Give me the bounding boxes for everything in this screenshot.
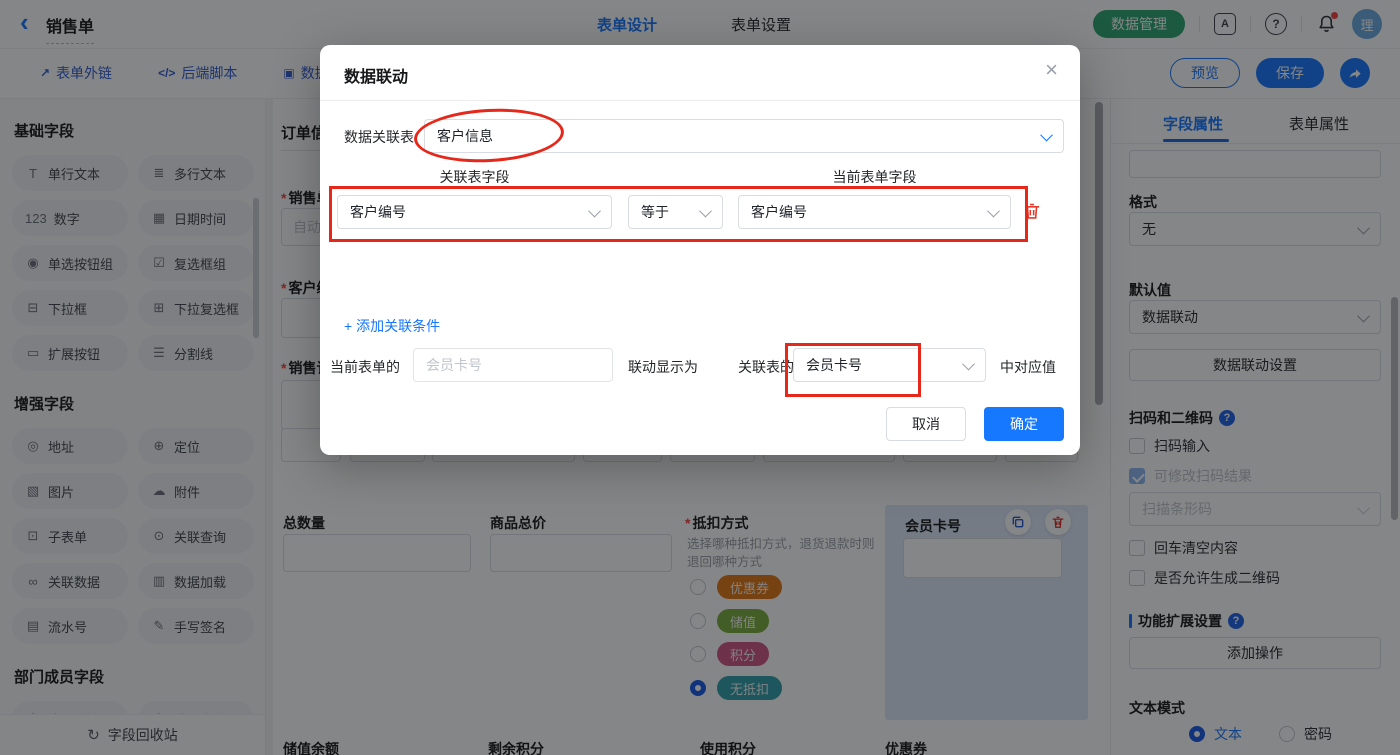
operator-value: 等于 [641,202,669,222]
chevron-down-icon [962,357,975,370]
chevron-down-icon [699,204,712,217]
relation-of-label: 关联表的 [738,357,794,377]
app-root: ‹ 销售单 表单设计 表单设置 数据管理 A ? 理 ↗ 表单外链 [0,0,1400,755]
column-header-right: 当前表单字段 [738,167,1011,187]
column-header-left: 关联表字段 [337,167,612,187]
delete-condition-button[interactable] [1022,201,1042,221]
operator-select[interactable]: 等于 [628,195,723,229]
relation-table-label: 数据关联表 [344,127,414,147]
relation-field-select[interactable]: 客户编号 [337,195,612,229]
close-icon[interactable]: × [1045,59,1058,81]
modal-title: 数据联动 [344,63,408,87]
relation-table-value: 客户信息 [437,126,493,146]
chevron-down-icon [987,204,1000,217]
data-linkage-modal: 数据联动 × 数据关联表 客户信息 关联表字段 当前表单字段 客户编号 等于 客… [320,45,1080,455]
relation-field-value: 客户编号 [350,202,406,222]
add-condition-link[interactable]: + 添加关联条件 [344,316,440,336]
linkage-target-select[interactable]: 会员卡号 [793,348,986,382]
plus-icon: + [344,318,352,334]
display-field-input[interactable]: 会员卡号 [413,348,613,382]
corresponding-value-label: 中对应值 [1000,357,1056,377]
input-placeholder: 会员卡号 [426,355,482,375]
add-condition-label: 添加关联条件 [356,318,440,334]
chevron-down-icon [1040,128,1053,141]
cancel-button[interactable]: 取消 [886,407,966,441]
relation-table-select[interactable]: 客户信息 [424,119,1064,153]
current-form-field-value: 客户编号 [751,202,807,222]
current-form-label: 当前表单的 [330,357,400,377]
divider [320,100,1080,101]
current-form-field-select[interactable]: 客户编号 [738,195,1011,229]
confirm-button[interactable]: 确定 [984,407,1064,441]
chevron-down-icon [588,204,601,217]
linkage-target-value: 会员卡号 [806,355,862,375]
trash-icon [1022,201,1042,221]
linkage-display-label: 联动显示为 [628,357,698,377]
